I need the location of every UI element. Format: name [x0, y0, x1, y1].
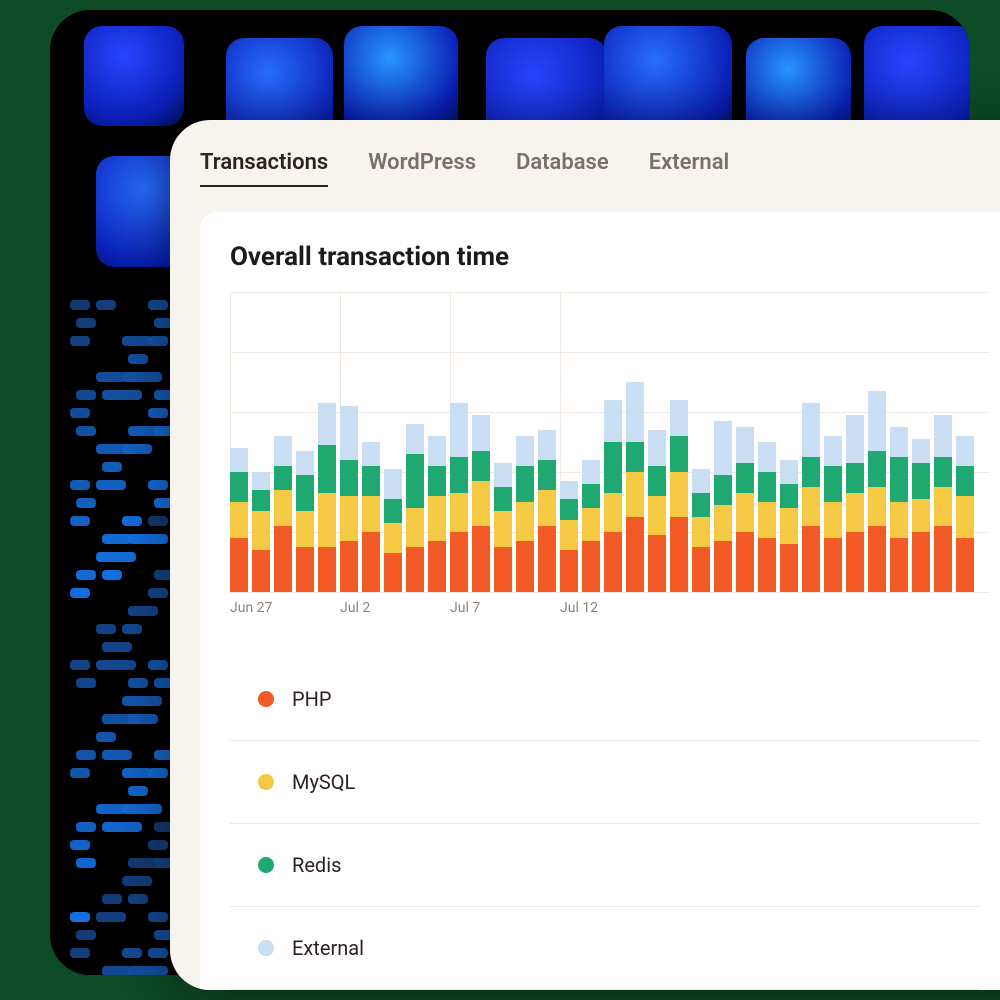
tab-bar: Transactions WordPress Database External [170, 120, 1000, 187]
legend-swatch-icon [258, 857, 274, 873]
legend-label: Redis [292, 853, 341, 877]
bar [780, 460, 798, 592]
bar [406, 424, 424, 592]
bar [340, 406, 358, 592]
x-tick-label: Jul 12 [560, 600, 598, 616]
tab-wordpress[interactable]: WordPress [368, 150, 476, 187]
legend-item-redis[interactable]: Redis [230, 824, 980, 907]
analytics-card: Transactions WordPress Database External Ov… [170, 120, 1000, 990]
bar [428, 436, 446, 592]
bar [516, 436, 534, 592]
bar [912, 439, 930, 592]
legend-item-mysql[interactable]: MySQL [230, 741, 980, 824]
bar [296, 451, 314, 592]
bar [868, 391, 886, 592]
bar [604, 400, 622, 592]
legend-label: MySQL [292, 770, 355, 794]
bar [274, 436, 292, 592]
bar [802, 403, 820, 592]
bar [538, 430, 556, 592]
bar [230, 448, 248, 592]
bar [560, 481, 578, 592]
stacked-bar-chart [230, 292, 990, 592]
legend-item-external[interactable]: External [230, 907, 980, 990]
bar [494, 463, 512, 592]
legend-label: PHP [292, 687, 332, 711]
bar [934, 415, 952, 592]
bar [582, 460, 600, 592]
x-tick-label: Jul 2 [340, 600, 370, 616]
bar [252, 472, 270, 592]
bar [758, 442, 776, 592]
tab-database[interactable]: Database [516, 150, 609, 187]
legend-item-php[interactable]: PHP [230, 658, 980, 741]
x-tick-label: Jun 27 [230, 600, 272, 616]
bar [824, 436, 842, 592]
legend-list: PHP MySQL Redis External [230, 658, 980, 990]
tab-transactions[interactable]: Transactions [200, 150, 328, 187]
bar [450, 403, 468, 592]
bar [362, 442, 380, 592]
bar [846, 415, 864, 592]
chart-panel: Overall transaction time Jun 27 Jul 2 Jul … [200, 212, 1000, 990]
bar [648, 430, 666, 592]
bar [692, 469, 710, 592]
x-tick-label: Jul 7 [450, 600, 480, 616]
legend-swatch-icon [258, 940, 274, 956]
bar [472, 415, 490, 592]
bar [384, 469, 402, 592]
tab-external[interactable]: External [649, 150, 730, 187]
legend-label: External [292, 936, 364, 960]
legend-swatch-icon [258, 774, 274, 790]
bar [956, 436, 974, 592]
bar [626, 382, 644, 592]
bar [736, 427, 754, 592]
chart-title: Overall transaction time [230, 242, 1000, 272]
bar [318, 403, 336, 592]
bar [670, 400, 688, 592]
legend-swatch-icon [258, 691, 274, 707]
bar [890, 427, 908, 592]
x-axis: Jun 27 Jul 2 Jul 7 Jul 12 [230, 600, 990, 630]
bar [714, 421, 732, 592]
